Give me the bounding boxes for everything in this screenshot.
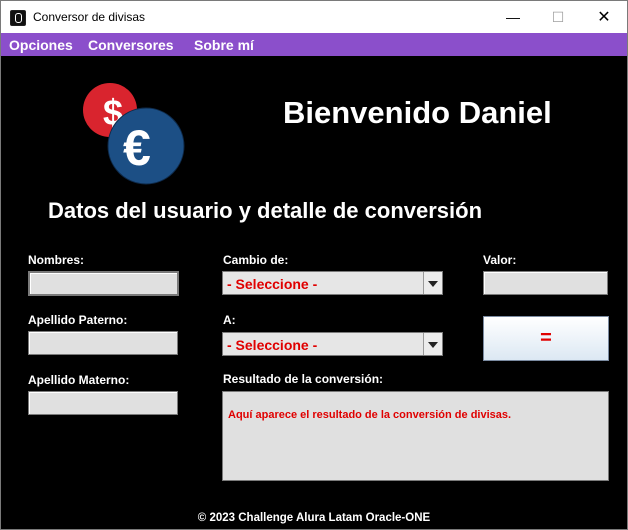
resultado-text: Aquí aparece el resultado de la conversi… bbox=[228, 409, 512, 421]
nombres-input[interactable] bbox=[30, 273, 177, 294]
section-title: Datos del usuario y detalle de conversió… bbox=[48, 198, 483, 223]
cambio-de-label: Cambio de: bbox=[223, 253, 289, 267]
menu-conversores[interactable]: Conversores bbox=[88, 37, 174, 53]
menu-bar: Opciones Conversores Sobre mí bbox=[1, 33, 627, 56]
chevron-down-icon[interactable] bbox=[423, 272, 442, 294]
valor-field[interactable] bbox=[483, 271, 608, 295]
welcome-heading: Bienvenido Daniel bbox=[283, 95, 552, 130]
nombres-label: Nombres: bbox=[28, 253, 85, 267]
window-title: Conversor de divisas bbox=[33, 10, 146, 24]
nombres-field[interactable] bbox=[28, 271, 179, 296]
app-icon bbox=[10, 10, 26, 26]
title-bar[interactable]: Conversor de divisas — ☐ ✕ bbox=[1, 1, 627, 33]
a-selected: - Seleccione - bbox=[227, 337, 318, 353]
a-select[interactable]: - Seleccione - bbox=[222, 332, 443, 356]
apellido-paterno-field[interactable] bbox=[28, 331, 178, 355]
menu-opciones[interactable]: Opciones bbox=[9, 37, 73, 53]
app-window: Conversor de divisas — ☐ ✕ Opciones Conv… bbox=[0, 0, 628, 530]
apellido-paterno-input[interactable] bbox=[29, 332, 177, 354]
apellido-materno-label: Apellido Materno: bbox=[28, 373, 130, 387]
cambio-de-selected: - Seleccione - bbox=[227, 276, 318, 292]
menu-sobre-mi[interactable]: Sobre mí bbox=[194, 37, 254, 53]
euro-symbol: € bbox=[123, 120, 151, 176]
maximize-button[interactable]: ☐ bbox=[535, 1, 581, 33]
apellido-materno-field[interactable] bbox=[28, 391, 178, 415]
apellido-materno-input[interactable] bbox=[29, 392, 177, 414]
cambio-de-select[interactable]: - Seleccione - bbox=[222, 271, 443, 295]
minimize-button[interactable]: — bbox=[490, 1, 536, 33]
valor-input[interactable] bbox=[484, 272, 607, 294]
resultado-textarea[interactable]: Aquí aparece el resultado de la conversi… bbox=[222, 391, 609, 481]
a-label: A: bbox=[223, 313, 236, 327]
valor-label: Valor: bbox=[483, 253, 517, 267]
apellido-paterno-label: Apellido Paterno: bbox=[28, 313, 128, 327]
currency-logo-icon: $ € bbox=[83, 83, 185, 185]
chevron-down-icon[interactable] bbox=[423, 333, 442, 355]
close-button[interactable]: ✕ bbox=[581, 1, 627, 33]
convert-button[interactable]: = bbox=[483, 316, 609, 361]
main-panel: $ € Bienvenido Daniel Datos del usuario … bbox=[1, 56, 627, 529]
resultado-label: Resultado de la conversión: bbox=[223, 372, 384, 386]
footer-credit: © 2023 Challenge Alura Latam Oracle-ONE bbox=[197, 512, 431, 524]
